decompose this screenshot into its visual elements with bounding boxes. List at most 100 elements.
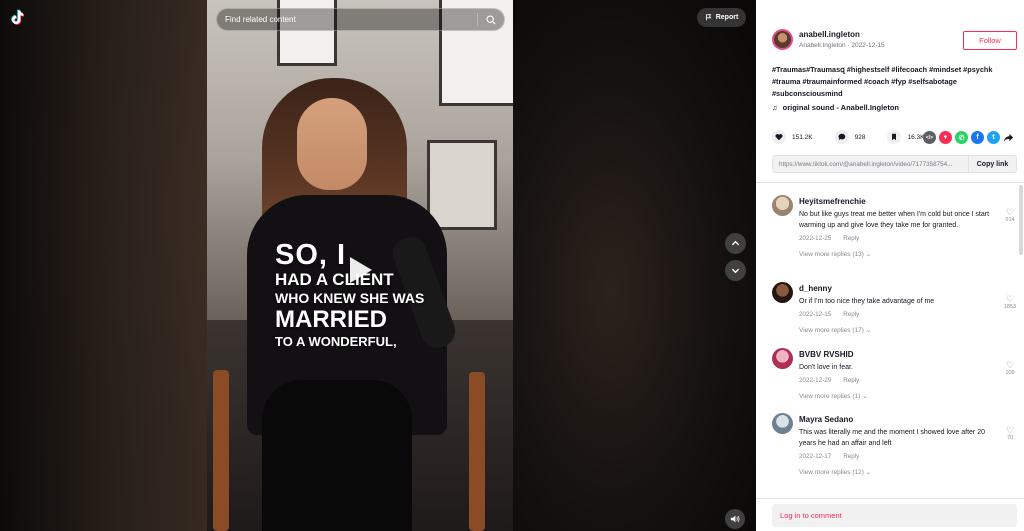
comment-text: Don't love in fear. xyxy=(799,364,853,371)
post-date: 2022-12-15 xyxy=(851,42,885,49)
reply-button[interactable]: Reply xyxy=(843,235,859,242)
author-info[interactable]: anabell.ingleton Anabell.Ingleton · 2022… xyxy=(772,29,885,50)
sound-title[interactable]: original sound - Anabell.Ingleton xyxy=(783,103,899,112)
follow-button[interactable]: Follow xyxy=(963,31,1017,50)
volume-icon xyxy=(730,515,740,523)
share-arrow-icon[interactable] xyxy=(1003,132,1014,143)
login-to-comment-button[interactable]: Log in to comment xyxy=(772,504,1017,527)
comment-text: No but like guys treat me better when I'… xyxy=(799,211,990,229)
tiktok-logo-icon[interactable] xyxy=(9,9,27,27)
view-more-replies[interactable]: View more replies (17) ⌄ xyxy=(799,326,999,334)
like-count: 151.2K xyxy=(792,133,813,141)
send-icon[interactable]: ▼ xyxy=(939,131,952,144)
reply-button[interactable]: Reply xyxy=(843,311,859,318)
like-button[interactable] xyxy=(772,130,786,144)
author-display-name: Anabell.Ingleton xyxy=(799,42,846,49)
comment-button[interactable] xyxy=(834,130,849,144)
reply-button[interactable]: Reply xyxy=(843,377,859,384)
heart-icon xyxy=(775,134,783,141)
comment-count: 928 xyxy=(854,133,866,141)
chair-arm-left xyxy=(213,370,229,531)
description-line[interactable]: #subconsciousmind xyxy=(772,88,1012,100)
video-link-url[interactable]: https://www.tiktok.com/@anabell.ingleton… xyxy=(773,161,968,168)
whatsapp-icon[interactable]: ✆ xyxy=(955,131,968,144)
description-line[interactable]: #trauma #traumainformed #coach #fyp #sel… xyxy=(772,76,1012,88)
chair-arm-right xyxy=(469,372,485,531)
comment-username[interactable]: Heyitsmefrenchie xyxy=(799,197,999,206)
save-count: 16.3K xyxy=(907,133,925,141)
speaker-face xyxy=(297,98,367,190)
previous-video-button[interactable] xyxy=(725,233,746,254)
facebook-icon[interactable]: f xyxy=(971,131,984,144)
author-subline: Anabell.Ingleton · 2022-12-15 xyxy=(799,42,885,49)
speaker-legs xyxy=(262,380,412,531)
search-input[interactable]: Find related content xyxy=(225,15,477,24)
comment-like-count: 109 xyxy=(1005,370,1015,376)
comment-like[interactable]: ♡ 109 xyxy=(1003,360,1017,376)
comment-username[interactable]: Mayra Sedano xyxy=(799,415,999,424)
avatar[interactable] xyxy=(772,29,793,50)
share-row: </> ▼ ✆ f t xyxy=(923,131,1014,144)
description-line[interactable]: #Traumas#Traumasզ #highestself #lifecoac… xyxy=(772,64,1012,76)
comment-date: 2022-12-15 xyxy=(799,311,832,318)
view-more-replies[interactable]: View more replies (13) ⌄ xyxy=(799,250,999,258)
copy-link-button[interactable]: Copy link xyxy=(968,156,1016,172)
search-divider xyxy=(477,13,478,26)
blurred-backdrop-right xyxy=(513,0,756,531)
chevron-down-icon xyxy=(731,268,740,274)
comment-icon xyxy=(838,133,845,141)
comment-list[interactable]: Heyitsmefrenchie No but like guys treat … xyxy=(756,183,1024,498)
blurred-backdrop-left xyxy=(0,0,207,531)
comment-like[interactable]: ♡ 1853 xyxy=(1003,294,1017,310)
scrollbar[interactable] xyxy=(1019,185,1023,255)
next-video-button[interactable] xyxy=(725,260,746,281)
save-button[interactable] xyxy=(887,130,902,144)
caption-line: TO A WONDERFUL, xyxy=(275,334,397,349)
embed-icon[interactable]: </> xyxy=(923,131,936,144)
heart-outline-icon[interactable]: ♡ xyxy=(1003,425,1017,435)
comment-like-count: 1853 xyxy=(1003,304,1017,310)
avatar[interactable] xyxy=(772,195,793,216)
volume-button[interactable] xyxy=(725,509,745,529)
comment-username[interactable]: d_henny xyxy=(799,284,999,293)
comment-like[interactable]: ♡ 70 xyxy=(1003,425,1017,441)
studio-window xyxy=(427,140,497,230)
comment-date: 2022-12-17 xyxy=(799,453,832,460)
comment-username[interactable]: BVBV RVSHID xyxy=(799,350,999,359)
reply-button[interactable]: Reply xyxy=(843,453,859,460)
avatar[interactable] xyxy=(772,348,793,369)
avatar[interactable] xyxy=(772,282,793,303)
comment-like[interactable]: ♡ 514 xyxy=(1003,207,1017,223)
author-username[interactable]: anabell.ingleton xyxy=(799,30,885,39)
video-link-box[interactable]: https://www.tiktok.com/@anabell.ingleton… xyxy=(772,155,1017,173)
report-button[interactable]: Report xyxy=(697,8,746,27)
twitter-icon[interactable]: t xyxy=(987,131,1000,144)
bookmark-icon xyxy=(892,133,897,141)
heart-outline-icon[interactable]: ♡ xyxy=(1003,294,1017,304)
search-icon[interactable] xyxy=(486,14,496,25)
view-more-replies[interactable]: View more replies (12) ⌄ xyxy=(799,468,999,476)
comment-text: Or if I'm too nice they take advantage o… xyxy=(799,298,935,305)
comment-text: This was literally me and the moment I s… xyxy=(799,429,985,447)
comment-date: 2022-12-29 xyxy=(799,377,832,384)
avatar[interactable] xyxy=(772,413,793,434)
caption-line: MARRIED xyxy=(275,306,387,333)
tiktok-video-page: SO, I HAD A CLIENT WHO KNEW SHE WAS MARR… xyxy=(0,0,1024,531)
comment-date: 2022-12-25 xyxy=(799,235,832,242)
heart-outline-icon[interactable]: ♡ xyxy=(1003,207,1017,217)
play-icon[interactable] xyxy=(350,257,372,283)
engagement-stats: 151.2K 928 16.3K xyxy=(772,130,924,144)
post-description[interactable]: #Traumas#Traumasզ #highestself #lifecoac… xyxy=(772,64,1012,100)
comment-like-count: 514 xyxy=(1005,217,1015,223)
sound-link[interactable]: ♫ original sound - Anabell.Ingleton xyxy=(772,103,899,112)
details-panel: anabell.ingleton Anabell.Ingleton · 2022… xyxy=(756,0,1024,531)
comment-input-bar: Log in to comment xyxy=(756,498,1024,531)
search-bar[interactable]: Find related content xyxy=(216,8,505,31)
flag-icon xyxy=(705,14,712,21)
comment-like-count: 70 xyxy=(1006,435,1014,441)
video-player[interactable]: SO, I HAD A CLIENT WHO KNEW SHE WAS MARR… xyxy=(0,0,756,531)
music-note-icon: ♫ xyxy=(772,103,778,112)
heart-outline-icon[interactable]: ♡ xyxy=(1003,360,1017,370)
view-more-replies[interactable]: View more replies (1) ⌄ xyxy=(799,392,999,400)
caption-line: WHO KNEW SHE WAS xyxy=(275,290,425,306)
